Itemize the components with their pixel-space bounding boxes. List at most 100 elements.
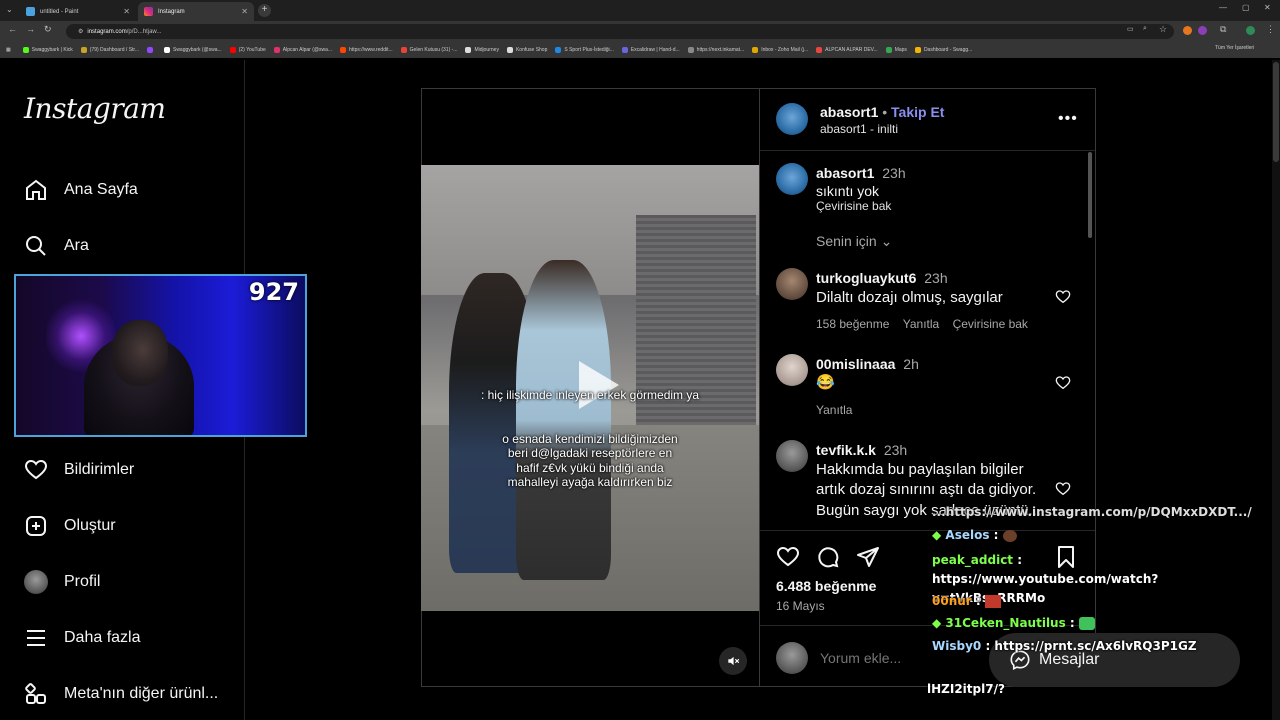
address-bar[interactable]: ⚙ instagram.com/p/D...htjaw...: [66, 24, 1174, 39]
comment-like-heart-icon[interactable]: [1055, 289, 1071, 305]
menu-icon: [22, 624, 50, 652]
divider: [760, 150, 1095, 151]
like-heart-icon[interactable]: [776, 545, 800, 569]
bookmark-item[interactable]: (79) Dashboard / Str...: [80, 47, 139, 53]
bookmark-favicon-icon: [400, 47, 407, 53]
comment-like-heart-icon[interactable]: [1055, 375, 1071, 391]
bookmark-item[interactable]: ALPCAN ALPAR DEV...: [816, 47, 878, 53]
profile-avatar-icon[interactable]: [1246, 26, 1255, 35]
see-translation-link[interactable]: Çevirisine bak: [816, 199, 891, 213]
chat-line-cut: lHZI2itpl7/?: [927, 682, 1005, 696]
apps-grid-icon[interactable]: ▦: [6, 47, 11, 53]
zoom-icon[interactable]: ⌕: [1143, 25, 1147, 33]
forward-icon[interactable]: →: [26, 24, 35, 34]
bookmarks-bar: ▦ Swaggybark | Kick (79) Dashboard / Str.…: [0, 42, 1280, 58]
bookmark-favicon-icon: [621, 47, 628, 53]
close-tab-icon[interactable]: ✕: [123, 7, 130, 16]
bookmark-item[interactable]: https://next.inkamat...: [687, 47, 744, 53]
bookmark-item[interactable]: Inbox - Zoho Mail (j...: [752, 47, 808, 53]
play-icon[interactable]: [565, 355, 625, 415]
back-icon[interactable]: ←: [8, 24, 17, 34]
follow-button[interactable]: Takip Et: [891, 104, 944, 120]
close-window-button[interactable]: ✕: [1264, 3, 1271, 12]
bookmark-item[interactable]: Swaggybark (@swa...: [163, 47, 222, 53]
browser-menu-icon[interactable]: ⋮: [1266, 24, 1275, 35]
tab-paint[interactable]: untitled - Paint ✕: [20, 2, 136, 21]
comment-avatar[interactable]: [776, 440, 808, 472]
bookmark-item[interactable]: Midjourney: [465, 47, 499, 53]
extensions-puzzle-icon[interactable]: ⧉: [1220, 24, 1226, 35]
close-tab-icon[interactable]: ✕: [241, 7, 248, 16]
tab-instagram[interactable]: Instagram ✕: [138, 2, 254, 21]
current-user-avatar: [776, 642, 808, 674]
comment-avatar[interactable]: [776, 354, 808, 386]
bookmark-favicon-icon: [80, 47, 87, 53]
bookmark-item[interactable]: S Sport Plus-İstediği...: [555, 47, 614, 53]
comment-like-heart-icon[interactable]: [1055, 481, 1071, 497]
bookmark-item[interactable]: https://www.reddit...: [340, 47, 393, 53]
bookmark-favicon-icon: [914, 47, 921, 53]
instagram-logo[interactable]: Instagram: [24, 92, 166, 125]
minimize-button[interactable]: —: [1219, 3, 1227, 12]
bookmark-item[interactable]: Swaggybark | Kick: [22, 47, 73, 53]
nav-home[interactable]: Ana Sayfa: [22, 176, 138, 204]
page-scrollbar[interactable]: [1272, 60, 1280, 720]
mute-button[interactable]: [719, 647, 747, 675]
nav-search[interactable]: Ara: [22, 232, 89, 260]
site-info-icon[interactable]: ⚙: [78, 28, 83, 35]
see-translation-link[interactable]: Çevirisine bak: [953, 317, 1028, 331]
all-bookmarks-folder[interactable]: Tüm Yer İşaretleri: [1215, 45, 1254, 51]
nav-meta-apps[interactable]: Meta'nın diğer ürünl...: [22, 680, 218, 708]
nav-notifications[interactable]: Bildirimler: [22, 456, 134, 484]
install-app-icon[interactable]: ▭: [1127, 25, 1134, 33]
chat-message: Wisby0 : https://prnt.sc/Ax6lvRQ3P1GZ: [932, 639, 1197, 653]
audio-link[interactable]: abasort1 - inilti: [820, 122, 898, 136]
bookmark-item[interactable]: [146, 47, 156, 53]
webcam-overlay: 927: [14, 274, 307, 437]
author-username[interactable]: abasort1: [820, 104, 878, 120]
author-avatar[interactable]: [776, 103, 808, 135]
comment-avatar[interactable]: [776, 268, 808, 300]
emote-icon: [1002, 529, 1017, 542]
nav-more[interactable]: Daha fazla: [22, 624, 141, 652]
meta-apps-icon: [22, 680, 50, 708]
bookmark-item[interactable]: Konfuse Shop: [506, 47, 547, 53]
likes-count[interactable]: 6.488 beğenme: [776, 578, 876, 594]
chat-message: ◆ 31Ceken_Nautilus :: [932, 616, 1095, 630]
new-tab-button[interactable]: +: [258, 4, 271, 17]
nav-profile[interactable]: Profil: [22, 568, 100, 596]
comment-likes[interactable]: 158 beğenme: [816, 317, 889, 331]
search-icon: [22, 232, 50, 260]
bookmark-favicon-icon: [340, 47, 347, 53]
bookmark-item[interactable]: Excalidraw | Hand-d...: [621, 47, 680, 53]
comments-scrollbar[interactable]: [1088, 152, 1092, 238]
bookmark-favicon-icon: [146, 47, 153, 53]
bookmark-item[interactable]: Gelen Kutusu (31) -...: [400, 47, 457, 53]
maximize-button[interactable]: ▢: [1242, 3, 1250, 12]
reply-button[interactable]: Yanıtla: [816, 403, 852, 417]
bookmark-item[interactable]: Maps: [885, 47, 907, 53]
extension-icon[interactable]: [1198, 26, 1207, 35]
bookmark-favicon-icon: [752, 47, 759, 53]
more-options-icon[interactable]: •••: [1058, 110, 1078, 128]
reload-icon[interactable]: ↻: [44, 24, 52, 35]
bookmark-item[interactable]: Dashboard - Swagg...: [914, 47, 972, 53]
caption-author-avatar[interactable]: [776, 163, 808, 195]
extension-icon[interactable]: [1183, 26, 1192, 35]
tab-search-chevron-icon[interactable]: ⌄: [6, 5, 13, 14]
bookmark-item[interactable]: (2) YouTube: [229, 47, 266, 53]
chat-message: 00nur :: [932, 594, 1001, 608]
comment-bubble-icon[interactable]: [816, 545, 840, 569]
for-you-dropdown[interactable]: Senin için ⌄: [816, 233, 892, 250]
bookmark-star-icon[interactable]: ☆: [1159, 24, 1167, 35]
bookmark-item[interactable]: Alpcan Alpar (@swa...: [273, 47, 332, 53]
comment-text: 😂: [816, 374, 835, 391]
instagram-favicon-icon: [144, 7, 153, 16]
reply-button[interactable]: Yanıtla: [903, 317, 939, 331]
streamer-head: [112, 320, 168, 386]
post-header: abasort1 • Takip Et: [820, 104, 945, 120]
scrollbar-thumb[interactable]: [1273, 62, 1279, 162]
share-paper-plane-icon[interactable]: [856, 545, 880, 569]
caption-header: abasort1 23h: [816, 165, 906, 181]
nav-create[interactable]: Oluştur: [22, 512, 116, 540]
